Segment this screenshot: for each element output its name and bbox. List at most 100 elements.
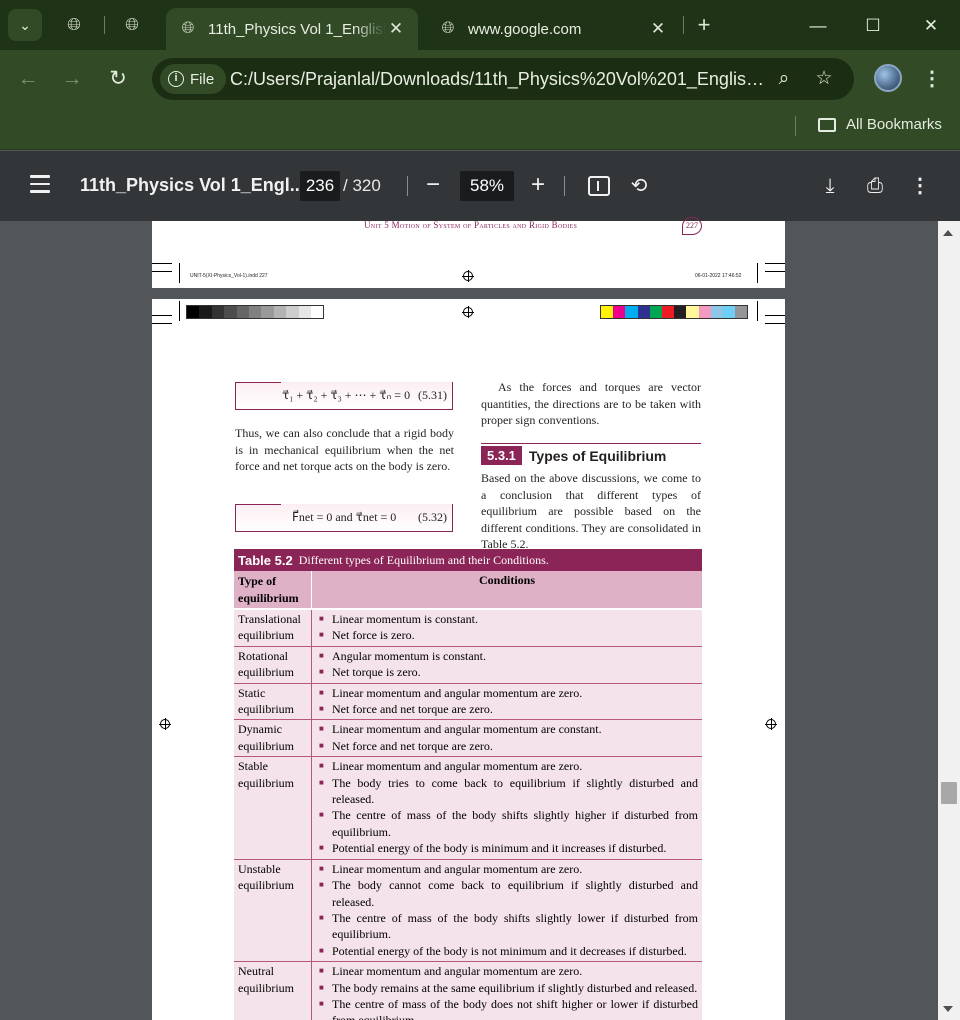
table-row: Static equilibrium ■ Linear momentum and a… [234,683,702,721]
scrollbar-thumb[interactable] [941,782,957,804]
globe-icon: 🌐︎ [125,15,139,34]
bookmarks-bar [0,108,960,150]
tab-google[interactable]: 🌐︎ www.google.com ✕ [426,8,680,50]
browser-menu-button[interactable]: ⋮ [921,66,943,92]
page-total: / 320 [343,176,381,195]
pdf-more-button[interactable]: ⋮ [906,172,934,200]
condition-item: ■ Linear momentum and angular momentum ar… [316,963,698,979]
arrow-right-icon: → [61,67,83,90]
all-bookmarks-button[interactable]: All Bookmarks [818,116,942,133]
conditions-cell: ■ Linear momentum and angular momentum ar… [312,684,702,720]
condition-item: ■ Potential energy of the body is minimum… [316,840,698,856]
pdf-page-current: τ⃗₁ + τ⃗₂ + τ⃗₃ + ⋯ + τ⃗ₙ = 0 (5.31) Thu… [152,299,785,1020]
condition-item: ■ Potential energy of the body is not min… [316,943,698,959]
page-number-input[interactable]: 236 [300,171,340,201]
table-row: Neutral equilibrium ■ Linear momentum and … [234,962,702,1020]
close-icon[interactable]: ✕ [386,19,406,39]
plus-icon: + [530,171,545,198]
pinned-tab-1[interactable]: 🌐︎ [63,14,85,36]
condition-text: Net force and net torque are zero. [332,738,493,753]
rotate-button[interactable]: ⟲ [625,172,653,200]
condition-text: The centre of mass of the body shifts sl… [332,808,698,839]
globe-icon: 🌐︎ [441,20,455,37]
crop-mark [152,263,172,264]
crop-mark [765,263,785,264]
section-title: Types of Equilibrium [528,447,667,464]
address-bar[interactable]: i File C:/Users/Prajanlal/Downloads/11th… [152,58,854,100]
square-bullet-icon: ■ [319,667,324,677]
condition-text: Linear momentum is constant. [332,612,478,626]
close-icon[interactable]: ✕ [648,19,668,39]
forward-button[interactable]: → [59,66,85,92]
pdf-doc-title: 11th_Physics Vol 1_Engl... [80,175,305,195]
crop-mark [765,271,785,272]
crop-mark [765,315,785,316]
condition-item: ■ Linear momentum and angular momentum ar… [316,758,698,774]
condition-item: ■ Linear momentum and angular momentum ar… [316,685,698,701]
square-bullet-icon: ■ [319,998,324,1008]
condition-text: Net torque is zero. [332,665,421,680]
fit-page-button[interactable] [585,172,613,200]
minimize-button[interactable]: — [803,12,833,40]
slug-timestamp: 06-01-2022 17:46:52 [695,273,742,279]
condition-text: The centre of mass of the body does not … [332,996,698,1020]
back-button[interactable]: ← [15,66,41,92]
print-button[interactable]: ⎙ [861,172,889,200]
table-caption: Table 5.2 Different types of Equilibrium… [234,549,702,571]
info-icon: i [168,71,184,87]
zoom-out-button[interactable]: − [420,170,446,200]
tab-separator [104,16,105,34]
tab-pdf[interactable]: 🌐︎ 11th_Physics Vol 1_English ✕ [166,8,418,50]
scroll-down-icon[interactable] [943,1006,953,1012]
globe-icon: 🌐︎ [67,15,81,34]
printer-icon: ⎙ [867,175,883,197]
pdf-toolbar: 11th_Physics Vol 1_Engl... 236 / 320 − 5… [0,151,960,221]
conditions-cell: ■ Linear momentum and angular momentum ar… [312,860,702,961]
minus-icon: − [425,171,440,198]
new-tab-button[interactable]: + [692,12,716,38]
menu-icon[interactable] [30,175,50,195]
more-vert-icon: ⋮ [910,175,930,197]
square-bullet-icon: ■ [319,777,324,787]
registration-mark-icon [159,718,171,730]
square-bullet-icon: ■ [319,966,324,976]
slug-filename: UNIT-5(XI-Physics_Vol-1).indd 227 [190,273,268,279]
search-icon[interactable]: ⌕ [772,67,796,91]
condition-item: ■ The body remains at the same equilibriu… [316,980,698,996]
profile-avatar[interactable] [874,64,902,92]
condition-text: Potential energy of the body is minimum … [332,841,667,856]
zoom-input[interactable]: 58% [460,171,514,201]
square-bullet-icon: ■ [319,724,324,734]
table-row: Unstable equilibrium ■ Linear momentum and… [234,859,702,963]
minimize-icon: — [809,16,827,35]
maximize-icon: ☐ [865,16,881,35]
registration-mark-icon [462,270,474,282]
star-icon[interactable]: ☆ [812,67,836,91]
condition-text: The centre of mass of the body shifts sl… [332,910,698,942]
crop-mark [152,323,172,324]
pdf-scrollbar[interactable] [938,221,960,1020]
square-bullet-icon: ■ [319,704,324,714]
condition-text: The body cannot come back to equilibrium… [332,878,698,909]
site-info-chip[interactable]: i File [160,64,227,94]
download-button[interactable]: ⤓ [816,172,844,200]
url-text[interactable]: C:/Users/Prajanlal/Downloads/11th_Physic… [230,69,770,90]
conditions-cell: ■ Linear momentum and angular momentum ar… [312,962,702,1020]
reload-button[interactable]: ↻ [105,66,131,92]
equilibrium-type-cell: Unstable equilibrium [234,859,312,962]
site-info-label: File [190,70,215,88]
tab-title: 11th_Physics Vol 1_English [208,20,386,38]
maximize-button[interactable]: ☐ [858,12,888,40]
close-window-button[interactable]: ✕ [916,12,946,40]
scroll-up-icon[interactable] [943,230,953,236]
condition-text: Linear momentum and angular momentum are… [332,759,583,774]
download-icon: ⤓ [825,175,835,197]
tab-search-button[interactable]: ⌄ [8,9,42,41]
equilibrium-type-cell: Translational equilibrium [234,610,312,646]
square-bullet-icon: ■ [319,912,324,922]
conditions-cell: ■ Angular momentum is constant. ■ Net torqu… [312,647,702,683]
pinned-tab-2[interactable]: 🌐︎ [121,14,143,36]
paragraph-equilibrium-conclusion: Thus, we can also conclude that a rigid … [235,426,454,473]
square-bullet-icon: ■ [319,761,324,771]
zoom-in-button[interactable]: + [525,170,551,200]
